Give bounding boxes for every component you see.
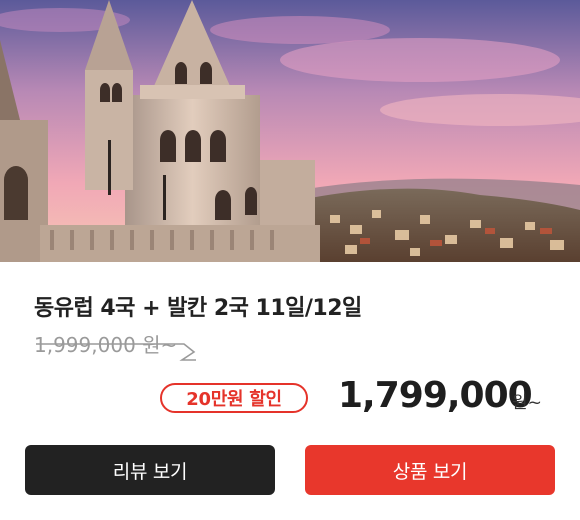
original-price: 1,999,000 원~ xyxy=(34,333,178,357)
review-button[interactable]: 리뷰 보기 xyxy=(25,445,275,495)
view-product-button[interactable]: 상품 보기 xyxy=(305,445,555,495)
product-card[interactable]: 동유럽 4국 + 발칸 2국 11일/12일 1,999,000 원~ 20만원… xyxy=(0,0,580,520)
discount-badge: 20만원 할인 xyxy=(160,383,308,413)
sale-price-unit: 원~ xyxy=(512,393,542,413)
product-title: 동유럽 4국 + 발칸 2국 11일/12일 xyxy=(34,296,362,321)
hero-image[interactable] xyxy=(0,0,580,262)
sale-price: 1,799,000 xyxy=(338,375,533,416)
castle-sunset-photo xyxy=(0,0,580,262)
